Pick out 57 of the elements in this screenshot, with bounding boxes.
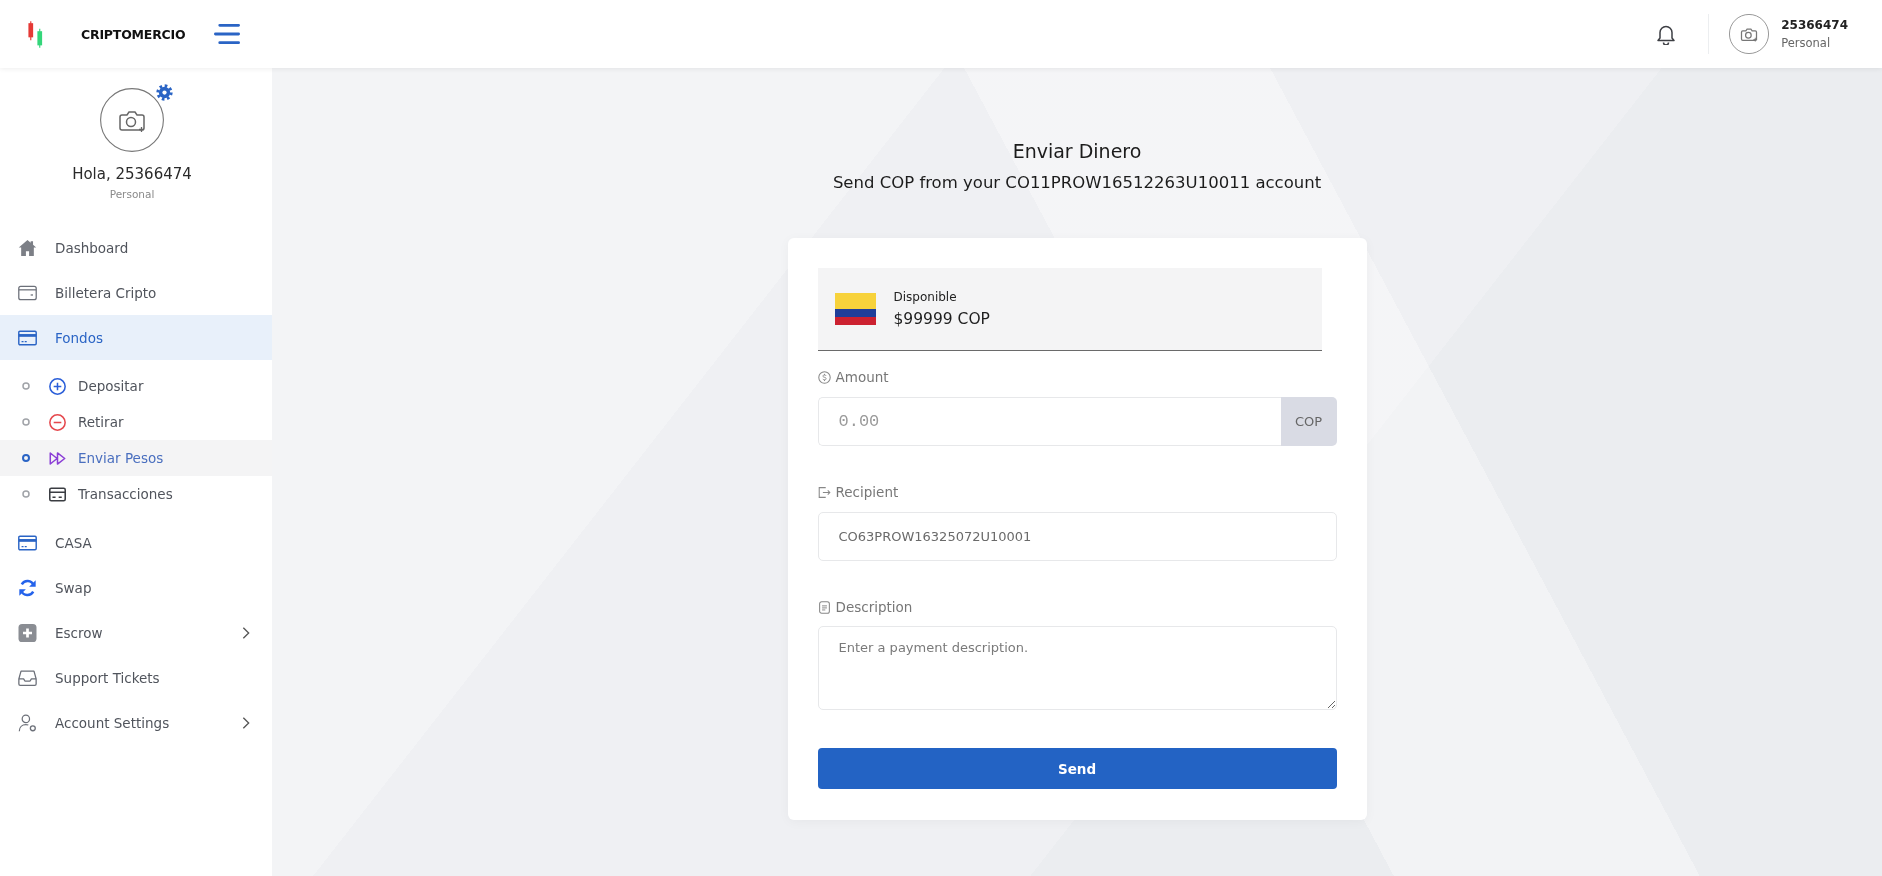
user-settings-icon: [18, 713, 37, 732]
camera-icon[interactable]: [100, 88, 164, 152]
sidebar-item[interactable]: CASA: [0, 520, 272, 565]
page-subtitle: Send COP from your CO11PROW16512263U10011 account: [832, 172, 1322, 194]
exit-arrow-icon: [817, 485, 831, 499]
notification-bell-icon[interactable]: [1656, 23, 1677, 45]
camera-icon[interactable]: [1729, 14, 1770, 54]
amount-field[interactable]: 0.00: [817, 397, 1281, 446]
user-name: 25366474: [1781, 17, 1848, 33]
page-title: Enviar Dinero: [1012, 139, 1142, 163]
card-icon: [48, 485, 66, 503]
send-button[interactable]: Send: [817, 748, 1337, 789]
sidebar-item[interactable]: Swap: [0, 565, 272, 610]
submenu-item[interactable]: Transacciones: [0, 476, 272, 512]
user-role: Personal: [1781, 35, 1832, 51]
field-label: Description: [835, 598, 913, 616]
credit-card-icon: [18, 328, 37, 347]
dollar-circle-icon: [817, 370, 831, 384]
minus-circle-icon: [48, 413, 66, 431]
credit-card-icon: [18, 533, 37, 552]
sidebar-item[interactable]: Account Settings: [0, 700, 272, 745]
plus-square-icon: [18, 623, 37, 642]
menu-icon[interactable]: [214, 23, 241, 45]
brand-name: CRIPTOMERCIO: [81, 26, 186, 42]
balance-label: Disponible: [893, 289, 958, 305]
plus-circle-icon: [48, 377, 66, 395]
bullet-icon: [22, 490, 30, 498]
house-icon: [18, 238, 37, 257]
field-label: Recipient: [835, 483, 899, 501]
bullet-icon: [22, 454, 30, 462]
field-label: Amount: [835, 368, 889, 386]
chevron-right-icon: [242, 625, 250, 640]
sidebar-item[interactable]: Fondos: [0, 315, 272, 360]
description-field[interactable]: Enter a payment description.: [817, 626, 1337, 710]
inbox-icon: [18, 668, 37, 687]
submenu-item[interactable]: Retirar: [0, 404, 272, 440]
sidebar-item[interactable]: Dashboard: [0, 225, 272, 270]
balance-amount: $99999 COP: [893, 309, 990, 329]
sidebar-item[interactable]: Support Tickets: [0, 655, 272, 700]
currency-addon: COP: [1280, 397, 1337, 446]
sidebar-item[interactable]: Escrow: [0, 610, 272, 655]
fast-forward-icon: [48, 449, 66, 467]
greeting-text: Hola, 25366474: [72, 164, 192, 184]
bullet-icon: [22, 418, 30, 426]
settings-icon[interactable]: [156, 84, 173, 101]
chevron-right-icon: [242, 715, 250, 730]
sidebar-item[interactable]: Billetera Cripto: [0, 270, 272, 315]
bullet-icon: [22, 382, 30, 390]
document-icon: [817, 600, 831, 614]
submenu-item[interactable]: Enviar Pesos: [0, 440, 272, 476]
candlestick-logo-icon: [27, 20, 44, 48]
sync-icon: [18, 578, 37, 597]
wallet-icon: [18, 283, 37, 302]
account-type: Personal: [109, 187, 155, 201]
flag-icon: [834, 293, 876, 325]
submenu-item[interactable]: Depositar: [0, 368, 272, 404]
recipient-field[interactable]: CO63PROW16325072U10001: [817, 512, 1337, 561]
